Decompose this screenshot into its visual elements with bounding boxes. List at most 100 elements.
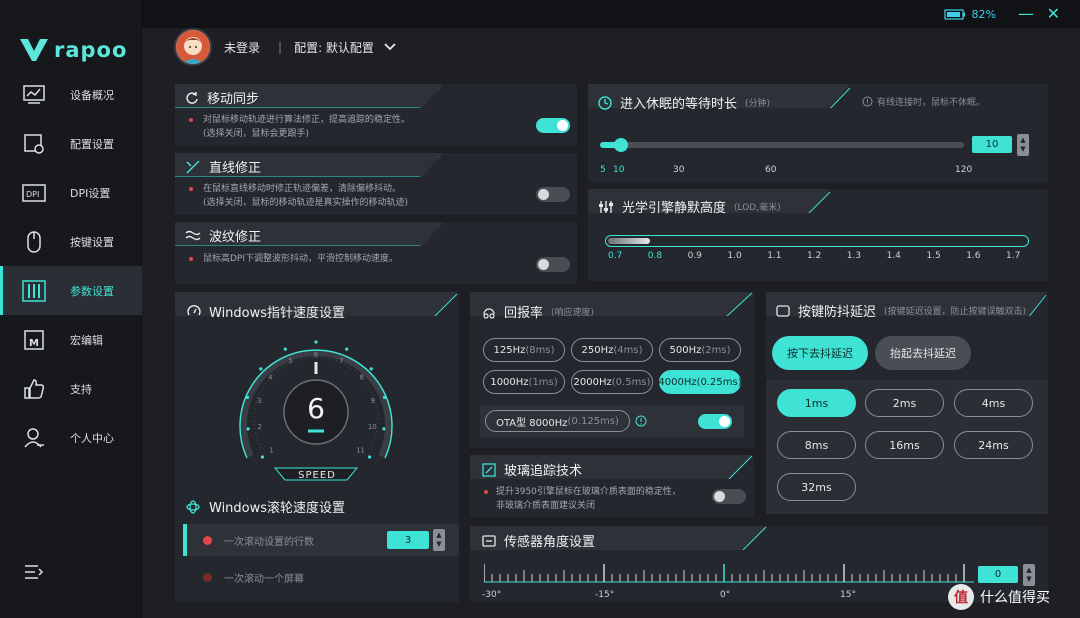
scroll-lines-stepper[interactable]: ▲ ▼ (433, 529, 445, 551)
sidebar-item-user-center[interactable]: 个人中心 (0, 413, 142, 462)
sidebar-item-label: 配置设置 (70, 137, 114, 151)
sleep-stepper[interactable]: ▲ ▼ (1017, 134, 1029, 156)
tick-label: -30° (482, 590, 502, 600)
debounce-option-32ms[interactable]: 32ms (777, 473, 856, 501)
lod-slider-track[interactable] (605, 235, 1029, 247)
step-down-icon[interactable]: ▼ (1020, 145, 1025, 154)
sidebar-item-params[interactable]: 参数设置 (0, 266, 142, 315)
polling-option-1000[interactable]: 1000Hz (1ms) (483, 370, 565, 394)
avatar[interactable] (174, 28, 212, 66)
keycap-icon (776, 304, 790, 317)
sidebar-item-label: 参数设置 (70, 284, 114, 298)
dial-marker (246, 427, 250, 431)
sidebar-item-label: 按键设置 (70, 235, 114, 249)
tick-label: 0.8 (647, 251, 663, 261)
polling-option-2000[interactable]: 2000Hz (0.5ms) (571, 370, 653, 394)
selected-indicator (183, 524, 187, 556)
angle-title: 传感器角度设置 (482, 531, 595, 550)
dial-number: 7 (339, 357, 343, 365)
slider-thumb[interactable] (614, 138, 628, 152)
sleep-panel: 进入休眠的等待时长 (分钟) 有线连接时，鼠标不休眠。 10 ▲ ▼ 5 10 30… (588, 84, 1048, 182)
sidebar-item-device-overview[interactable]: 设备概况 (0, 70, 142, 119)
desc-line: 对鼠标移动轨迹进行算法修正，提高追踪的稳定性。 (203, 115, 411, 125)
dial-marker (283, 347, 287, 351)
tick-label: 1.1 (767, 251, 782, 261)
dial-marker (314, 340, 318, 344)
sleep-value-input[interactable]: 10 (972, 136, 1012, 153)
step-down-icon[interactable]: ▼ (1026, 575, 1031, 584)
dial-marker (260, 455, 264, 459)
debounce-option-24ms[interactable]: 24ms (954, 431, 1033, 459)
step-up-icon[interactable]: ▲ (436, 531, 441, 540)
ota-toggle[interactable] (698, 414, 732, 429)
press-debounce-button[interactable]: 按下去抖延迟 (772, 336, 868, 370)
polling-option-250[interactable]: 250Hz (4ms) (571, 338, 653, 362)
sidebar-item-dpi[interactable]: DPI DPI设置 (0, 168, 142, 217)
polling-option-4000[interactable]: 4000Hz (0.25ms) (658, 370, 742, 394)
thumbs-up-icon (22, 377, 46, 401)
info-icon[interactable] (635, 415, 647, 427)
sidebar-item-macro[interactable]: M 宏编辑 (0, 315, 142, 364)
speed-label: SPEED (298, 470, 336, 481)
panel-title: 移动同步 (207, 92, 260, 107)
ota-8000-option[interactable]: OTA型 8000Hz (0.125ms) (485, 410, 630, 432)
debounce-option-2ms[interactable]: 2ms (865, 389, 944, 417)
step-up-icon[interactable]: ▲ (1020, 136, 1025, 145)
menu-expand-icon[interactable] (24, 563, 44, 584)
tick-label: 30 (673, 165, 685, 175)
sidebar-item-support[interactable]: 支持 (0, 364, 142, 413)
debounce-option-1ms[interactable]: 1ms (777, 389, 856, 417)
dial-number: 9 (370, 397, 374, 405)
release-debounce-button[interactable]: 抬起去抖延迟 (875, 336, 971, 370)
info-icon (862, 96, 873, 107)
red-dot (484, 490, 488, 494)
debounce-option-8ms[interactable]: 8ms (777, 431, 856, 459)
tick-label: 1.5 (926, 251, 941, 261)
scroll-wheel-icon (186, 499, 200, 514)
polling-option-500[interactable]: 500Hz (2ms) (659, 338, 741, 362)
minimize-button[interactable]: — (1018, 4, 1034, 23)
glass-toggle[interactable] (712, 489, 746, 504)
pointer-speed-value: 6 (307, 392, 325, 425)
watermark-logo-icon: 值 (948, 584, 974, 610)
gauge-icon (187, 304, 201, 315)
desc-line: (选择关闭，鼠标的移动轨迹是真实操作的移动轨迹) (203, 198, 409, 208)
tick-label: 1.7 (1006, 251, 1021, 261)
desc-line: (选择关闭，鼠标会更跟手) (203, 129, 310, 139)
scroll-lines-input[interactable]: 3 (387, 531, 429, 549)
equalizer-icon (599, 200, 613, 213)
debounce-option-4ms[interactable]: 4ms (954, 389, 1033, 417)
sidebar-item-config[interactable]: 配置设置 (0, 119, 142, 168)
step-down-icon[interactable]: ▼ (436, 540, 441, 549)
step-up-icon[interactable]: ▲ (1026, 566, 1031, 575)
chevron-down-icon[interactable] (384, 40, 396, 54)
refresh-icon (186, 91, 198, 104)
angle-stepper[interactable]: ▲ ▼ (1023, 564, 1035, 586)
pointer-speed-title: Windows指针速度设置 (187, 302, 345, 321)
red-dot (203, 572, 212, 582)
panel-title: Windows滚轮速度设置 (209, 501, 346, 516)
login-status[interactable]: 未登录 (224, 39, 260, 56)
angle-value-input[interactable]: 0 (978, 566, 1018, 583)
angle-ruler[interactable] (484, 562, 974, 586)
debounce-option-16ms[interactable]: 16ms (865, 431, 944, 459)
panel-title: Windows指针速度设置 (209, 306, 346, 321)
window-titlebar: 82% — ✕ (142, 0, 1080, 28)
polling-title: 回报率 (响应速度) (482, 302, 594, 321)
desc-line: 鼠标高DPI下调整波形抖动，平滑控制移动速度。 (203, 254, 399, 264)
close-button[interactable]: ✕ (1047, 4, 1060, 23)
dial-marker (345, 347, 349, 351)
user-config-bar: 未登录 | 配置: 默认配置 (174, 28, 396, 66)
scroll-screen-row[interactable]: 一次滚动一个屏幕 (183, 561, 459, 593)
move-sync-title: 移动同步 (185, 88, 259, 107)
sleep-slider-track[interactable] (600, 138, 964, 152)
mouse-icon (22, 230, 46, 254)
move-sync-toggle[interactable] (536, 118, 570, 133)
debounce-title: 按键防抖延迟 (按键延迟设置，防止按键误触双击) (776, 301, 1026, 320)
rapoo-logo: rapoo (20, 38, 127, 62)
line-fix-toggle[interactable] (536, 187, 570, 202)
polling-option-125[interactable]: 125Hz (8ms) (483, 338, 565, 362)
ripple-fix-toggle[interactable] (536, 257, 570, 272)
sidebar-item-keys[interactable]: 按键设置 (0, 217, 142, 266)
wave-icon (185, 230, 201, 240)
